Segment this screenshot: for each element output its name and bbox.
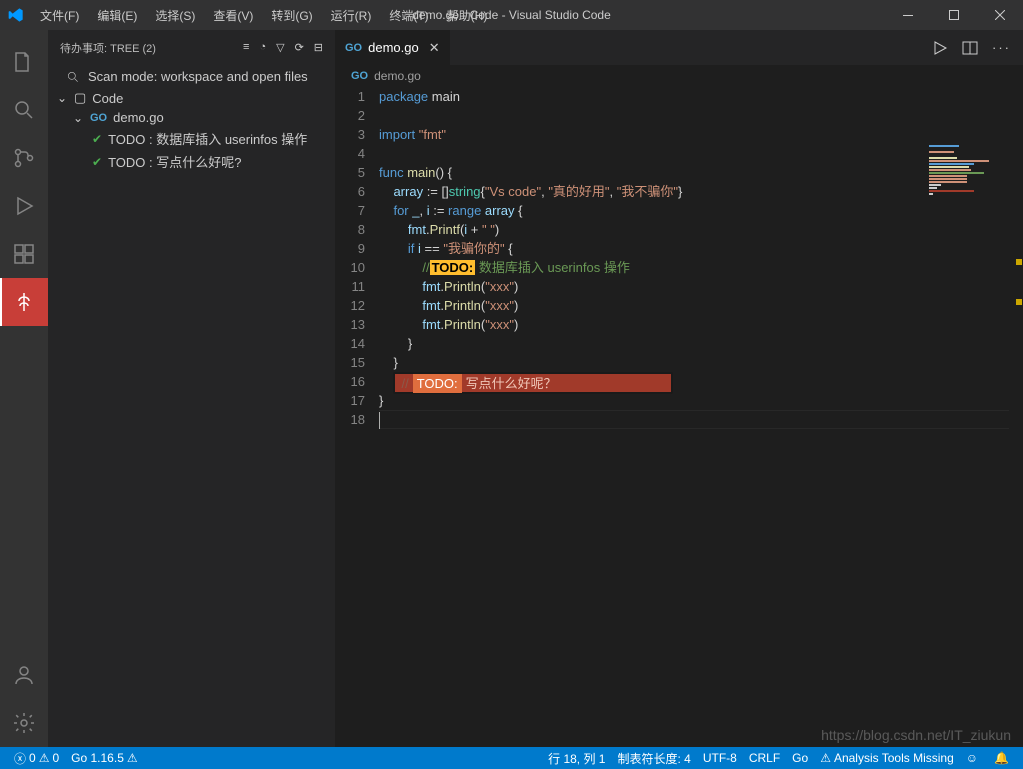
go-file-icon: GO xyxy=(345,42,362,54)
breadcrumb[interactable]: GO demo.go xyxy=(335,65,1023,87)
sidebar-title: 待办事项: TREE (2) xyxy=(60,40,156,56)
check-circle-icon: ✔ xyxy=(92,132,102,146)
error-icon: ⓧ xyxy=(14,750,26,767)
code-content[interactable]: package mainimport "fmt"func main() { ar… xyxy=(379,87,1023,747)
sidebar: 待办事项: TREE (2) ≡ ◔ ▽ ⟳ ⊟ Scan mode: work… xyxy=(48,30,335,747)
chevron-down-icon: ⌄ xyxy=(56,91,68,105)
menu-item[interactable]: 编辑(E) xyxy=(89,3,145,28)
scan-mode-text: Scan mode: workspace and open files xyxy=(88,69,308,84)
tree-file-label: demo.go xyxy=(113,110,164,125)
folder-icon: ▢ xyxy=(74,90,86,106)
warning-icon: ⚠ xyxy=(39,751,50,765)
search-icon[interactable] xyxy=(0,86,48,134)
minimap[interactable] xyxy=(929,145,1009,205)
tab-demo-go[interactable]: GO demo.go ✕ xyxy=(335,30,451,65)
maximize-button[interactable] xyxy=(931,0,977,30)
status-feedback-icon[interactable]: ☺ xyxy=(960,750,984,767)
refresh-icon[interactable]: ⟳ xyxy=(295,41,304,54)
go-file-icon: GO xyxy=(90,112,107,124)
status-language[interactable]: Go xyxy=(786,750,814,767)
close-icon[interactable]: ✕ xyxy=(429,40,440,56)
chevron-down-icon: ⌄ xyxy=(72,111,84,125)
tree-todo-item[interactable]: ✔ TODO : 数据库插入 userinfos 操作 xyxy=(48,127,335,150)
breadcrumb-file: demo.go xyxy=(374,69,421,83)
debug-icon[interactable] xyxy=(0,182,48,230)
vscode-logo-icon xyxy=(8,7,24,23)
close-button[interactable] xyxy=(977,0,1023,30)
check-circle-icon: ✔ xyxy=(92,155,102,169)
titlebar: 文件(F)编辑(E)选择(S)查看(V)转到(G)运行(R)终端(T)帮助(H)… xyxy=(0,0,1023,30)
collapse-icon[interactable]: ⊟ xyxy=(314,41,323,54)
run-icon[interactable] xyxy=(932,40,948,56)
account-icon[interactable] xyxy=(0,651,48,699)
menu-item[interactable]: 转到(G) xyxy=(263,3,320,28)
statusbar: ⓧ0 ⚠0 Go 1.16.5 ⚠ 行 18, 列 1 制表符长度: 4 UTF… xyxy=(0,747,1023,769)
extensions-icon[interactable] xyxy=(0,230,48,278)
todo-tree-icon[interactable] xyxy=(0,278,48,326)
tab-row: GO demo.go ✕ ··· xyxy=(335,30,1023,65)
tree-todo-label: TODO : 数据库插入 userinfos 操作 xyxy=(108,129,307,148)
ruler-mark xyxy=(1016,299,1022,305)
activity-bar xyxy=(0,30,48,747)
status-go-version[interactable]: Go 1.16.5 ⚠ xyxy=(65,751,143,765)
tags-icon[interactable]: ◔ xyxy=(259,41,266,54)
tree-todo-label: TODO : 写点什么好呢? xyxy=(108,152,241,171)
status-problems[interactable]: ⓧ0 ⚠0 xyxy=(8,750,65,767)
status-bell-icon[interactable]: 🔔 xyxy=(988,750,1015,767)
scan-mode-row[interactable]: Scan mode: workspace and open files xyxy=(48,65,335,88)
tree-file[interactable]: ⌄ GO demo.go xyxy=(48,108,335,127)
window-controls xyxy=(885,0,1023,30)
status-tools-missing[interactable]: ⚠Analysis Tools Missing xyxy=(814,750,960,767)
source-control-icon[interactable] xyxy=(0,134,48,182)
status-eol[interactable]: CRLF xyxy=(743,750,786,767)
status-ln-col[interactable]: 行 18, 列 1 xyxy=(542,750,611,767)
go-file-icon: GO xyxy=(351,70,368,82)
explorer-icon[interactable] xyxy=(0,38,48,86)
status-encoding[interactable]: UTF-8 xyxy=(697,750,743,767)
editor-area: GO demo.go ✕ ··· GO demo.go 123456789101… xyxy=(335,30,1023,747)
sidebar-actions: ≡ ◔ ▽ ⟳ ⊟ xyxy=(243,41,323,54)
tree-todo-item[interactable]: ✔ TODO : 写点什么好呢? xyxy=(48,150,335,173)
ruler-mark xyxy=(1016,259,1022,265)
gear-icon[interactable] xyxy=(0,699,48,747)
sidebar-header: 待办事项: TREE (2) ≡ ◔ ▽ ⟳ ⊟ xyxy=(48,30,335,65)
list-icon[interactable]: ≡ xyxy=(243,41,249,54)
menu-item[interactable]: 查看(V) xyxy=(205,3,261,28)
tab-label: demo.go xyxy=(368,40,419,55)
editor-actions: ··· xyxy=(920,40,1023,56)
tree-root-label: Code xyxy=(92,91,123,106)
filter-icon[interactable]: ▽ xyxy=(276,41,284,54)
menu-item[interactable]: 选择(S) xyxy=(147,3,203,28)
warning-icon: ⚠ xyxy=(820,751,831,765)
tree-root[interactable]: ⌄ ▢ Code xyxy=(48,88,335,108)
menu-item[interactable]: 文件(F) xyxy=(32,3,87,28)
editor-body[interactable]: 123456789101112131415161718 package main… xyxy=(335,87,1023,747)
split-icon[interactable] xyxy=(962,40,978,56)
warning-icon: ⚠ xyxy=(127,751,138,765)
search-icon xyxy=(66,70,80,84)
menu-item[interactable]: 运行(R) xyxy=(323,3,380,28)
line-gutter: 123456789101112131415161718 xyxy=(335,87,379,747)
status-tab-size[interactable]: 制表符长度: 4 xyxy=(611,750,696,767)
overview-ruler[interactable] xyxy=(1009,144,1023,747)
more-icon[interactable]: ··· xyxy=(992,40,1011,56)
minimize-button[interactable] xyxy=(885,0,931,30)
window-title: demo.go - Code - Visual Studio Code xyxy=(412,8,611,22)
